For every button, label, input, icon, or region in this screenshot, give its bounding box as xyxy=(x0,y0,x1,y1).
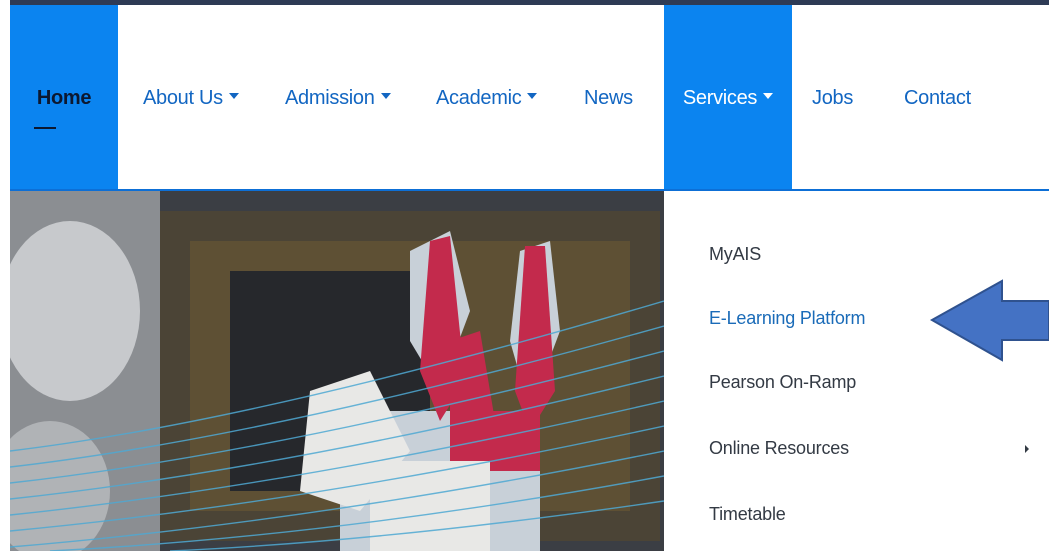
left-arrow-callout-icon xyxy=(929,279,1049,362)
left-margin xyxy=(0,0,10,551)
